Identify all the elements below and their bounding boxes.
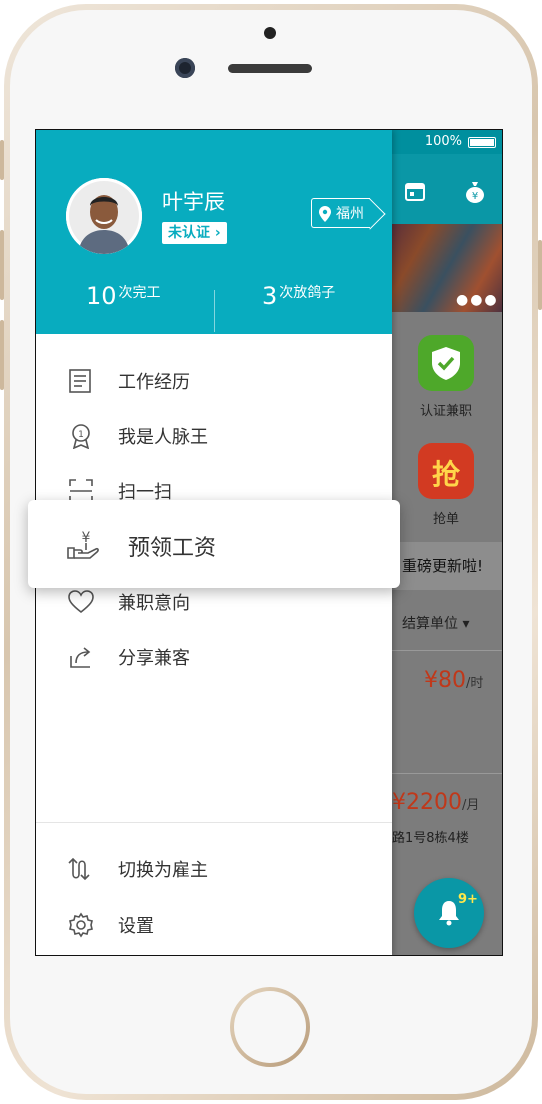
job-address: 路1号8栋4楼 [392, 831, 469, 846]
mute-switch [0, 140, 4, 180]
home-button[interactable] [230, 987, 310, 1067]
stat-completed: 10 次完工 [86, 282, 161, 310]
front-camera [175, 58, 195, 78]
location-tag[interactable]: 福州 [311, 198, 370, 228]
power-button [538, 240, 542, 310]
drawer-header: 叶宇辰 未认证 › 福州 10 次完工 3 次放鸽子 [36, 130, 392, 334]
grab-order-icon[interactable]: 抢 [418, 443, 474, 499]
battery-icon [468, 137, 496, 148]
volume-up-button [0, 230, 4, 300]
stat-no-show: 3 次放鸽子 [262, 282, 336, 310]
menu-item-work-history[interactable]: 工作经历 [36, 356, 392, 404]
news-ticker[interactable]: 重磅更新啦! [392, 542, 502, 590]
notification-button[interactable]: 9+ [414, 878, 484, 948]
city-name: 福州 [336, 206, 364, 222]
gear-icon [69, 912, 93, 938]
drawer-divider [36, 822, 392, 823]
menu-item-connections-king[interactable]: 1 我是人脉王 [36, 411, 392, 459]
salary-hand-icon: ¥ [67, 530, 99, 559]
notification-badge: 9+ [458, 892, 478, 907]
verified-job-icon[interactable] [418, 335, 474, 391]
svg-text:¥: ¥ [472, 191, 478, 202]
heart-icon [68, 590, 94, 614]
battery-percentage: 100% [424, 134, 462, 149]
calendar-icon[interactable] [404, 180, 426, 202]
medal-icon: 1 [72, 424, 90, 449]
settlement-filter[interactable]: 结算单位 ▾ [392, 600, 502, 648]
chevron-right-icon: › [214, 225, 221, 241]
menu-item-switch-employer[interactable]: 切换为雇主 [36, 844, 392, 892]
job-price[interactable]: ¥2200/月 [392, 790, 479, 815]
prepay-salary-popup[interactable]: ¥ 预领工资 [28, 500, 400, 588]
share-icon [70, 647, 91, 668]
user-name: 叶宇辰 [162, 190, 225, 214]
svg-text:1: 1 [78, 430, 84, 440]
money-bag-icon[interactable]: ¥ [464, 180, 486, 203]
location-pin-icon [319, 206, 331, 222]
switch-icon [68, 857, 90, 881]
job-price[interactable]: ¥80/时 [424, 668, 483, 693]
tile-label: 认证兼职 [419, 404, 472, 419]
grab-glyph: 抢 [431, 458, 460, 491]
work-history-icon [69, 369, 91, 393]
tile-label: 抢单 [432, 512, 459, 527]
divider [392, 650, 502, 651]
stat-divider [214, 290, 215, 332]
menu-item-settings[interactable]: 设置 [36, 900, 392, 948]
volume-down-button [0, 320, 4, 390]
menu-item-share[interactable]: 分享兼客 [36, 632, 392, 680]
popup-label: 预领工资 [128, 536, 217, 561]
divider [392, 773, 502, 774]
proximity-sensor [264, 27, 276, 39]
earpiece-speaker [228, 64, 312, 73]
avatar[interactable] [66, 178, 142, 254]
carousel-dots: ●●● [456, 292, 499, 308]
verify-status-badge[interactable]: 未认证 › [162, 222, 227, 244]
